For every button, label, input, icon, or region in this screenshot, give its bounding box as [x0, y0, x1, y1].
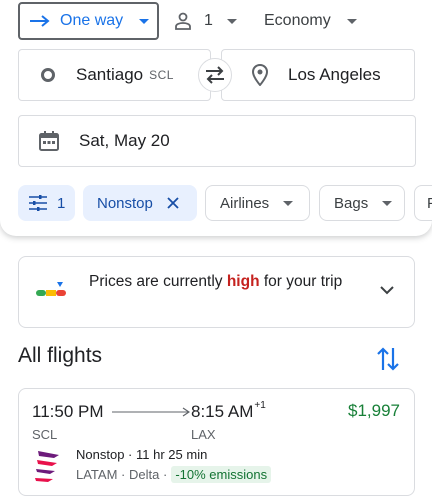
departure-time: 11:50 PM [32, 402, 104, 421]
price-chip-label: P [427, 195, 432, 212]
location-pin-icon [252, 64, 268, 86]
latam-logo [35, 451, 59, 482]
insight-text-end: for your trip [259, 273, 343, 290]
swap-icon [206, 66, 224, 84]
airlines-chip[interactable]: Airlines [205, 185, 310, 221]
chevron-down-icon [346, 18, 357, 24]
cabin-class-dropdown[interactable]: Economy [264, 8, 357, 34]
trip-type-dropdown[interactable]: One way [18, 2, 159, 40]
nonstop-label: Nonstop [97, 194, 153, 212]
departure-date-field[interactable]: Sat, May 20 [18, 115, 416, 167]
chevron-down-icon [226, 18, 237, 24]
arrow-right-icon [30, 15, 50, 27]
passenger-count: 1 [204, 12, 213, 29]
bags-label: Bags [334, 194, 369, 212]
chevron-down-icon [139, 18, 150, 24]
price-level: high [226, 273, 260, 290]
chevron-down-icon [380, 286, 394, 295]
departure-airport-code: SCL [32, 427, 58, 442]
origin-code: SCL [149, 68, 174, 82]
insight-text-start: Prices are currently [89, 273, 227, 290]
price-insight-text: Prices are currently high for your trip [89, 271, 359, 293]
calendar-icon [39, 131, 59, 151]
route-arrow-icon [112, 407, 190, 417]
chevron-down-icon [382, 200, 393, 206]
person-icon [175, 12, 191, 30]
close-icon[interactable] [167, 197, 179, 209]
stops-label: Nonstop [76, 447, 125, 462]
partner-airline: Delta [129, 467, 160, 482]
price-gauge-icon [36, 282, 66, 296]
origin-city: Santiago [76, 65, 144, 84]
all-filters-chip[interactable]: 1 [18, 185, 75, 221]
duration: 11 hr 25 min [136, 447, 208, 462]
tune-icon [29, 195, 47, 211]
separator: · [163, 467, 168, 482]
price-insight-card[interactable]: Prices are currently high for your trip [18, 256, 415, 328]
filter-count: 1 [57, 194, 66, 212]
arrival-time-wrap: 8:15 AM+1 [191, 400, 266, 422]
airline-name: LATAM [76, 467, 118, 482]
airlines-label: Airlines [220, 194, 270, 212]
emissions-badge: -10% emissions [171, 466, 272, 483]
swap-button[interactable] [198, 58, 232, 92]
separator: · [128, 447, 133, 462]
departure-date: Sat, May 20 [79, 131, 170, 150]
circle-icon [41, 68, 55, 82]
carriers: LATAM · Delta · -10% emissions [76, 466, 272, 483]
cabin-class-label: Economy [264, 12, 331, 29]
stops-duration: Nonstop · 11 hr 25 min [76, 447, 207, 462]
separator: · [121, 467, 126, 482]
passengers-dropdown[interactable]: 1 [174, 8, 237, 34]
bags-chip[interactable]: Bags [319, 185, 405, 221]
day-offset: +1 [254, 400, 266, 411]
flight-price: $1,997 [348, 401, 400, 420]
filter-chips: 1 Nonstop Airlines Bags P [18, 185, 432, 221]
destination-field[interactable]: Los Angeles [221, 49, 415, 101]
nonstop-chip[interactable]: Nonstop [83, 185, 197, 221]
flight-result-card[interactable]: 11:50 PM 8:15 AM+1 $1,997 SCL LAX Nonsto… [18, 388, 415, 496]
chevron-down-icon [283, 200, 294, 206]
arrival-airport-code: LAX [191, 427, 216, 442]
sort-icon[interactable] [377, 346, 399, 372]
trip-type-label: One way [60, 12, 124, 29]
destination-city: Los Angeles [288, 65, 381, 84]
price-chip[interactable]: P [414, 185, 432, 221]
section-title: All flights [18, 344, 103, 367]
origin-field[interactable]: Santiago SCL [18, 49, 211, 101]
arrival-time: 8:15 AM [191, 402, 254, 421]
search-panel: One way 1 Economy Santiago SCL Los Angel… [0, 0, 432, 236]
